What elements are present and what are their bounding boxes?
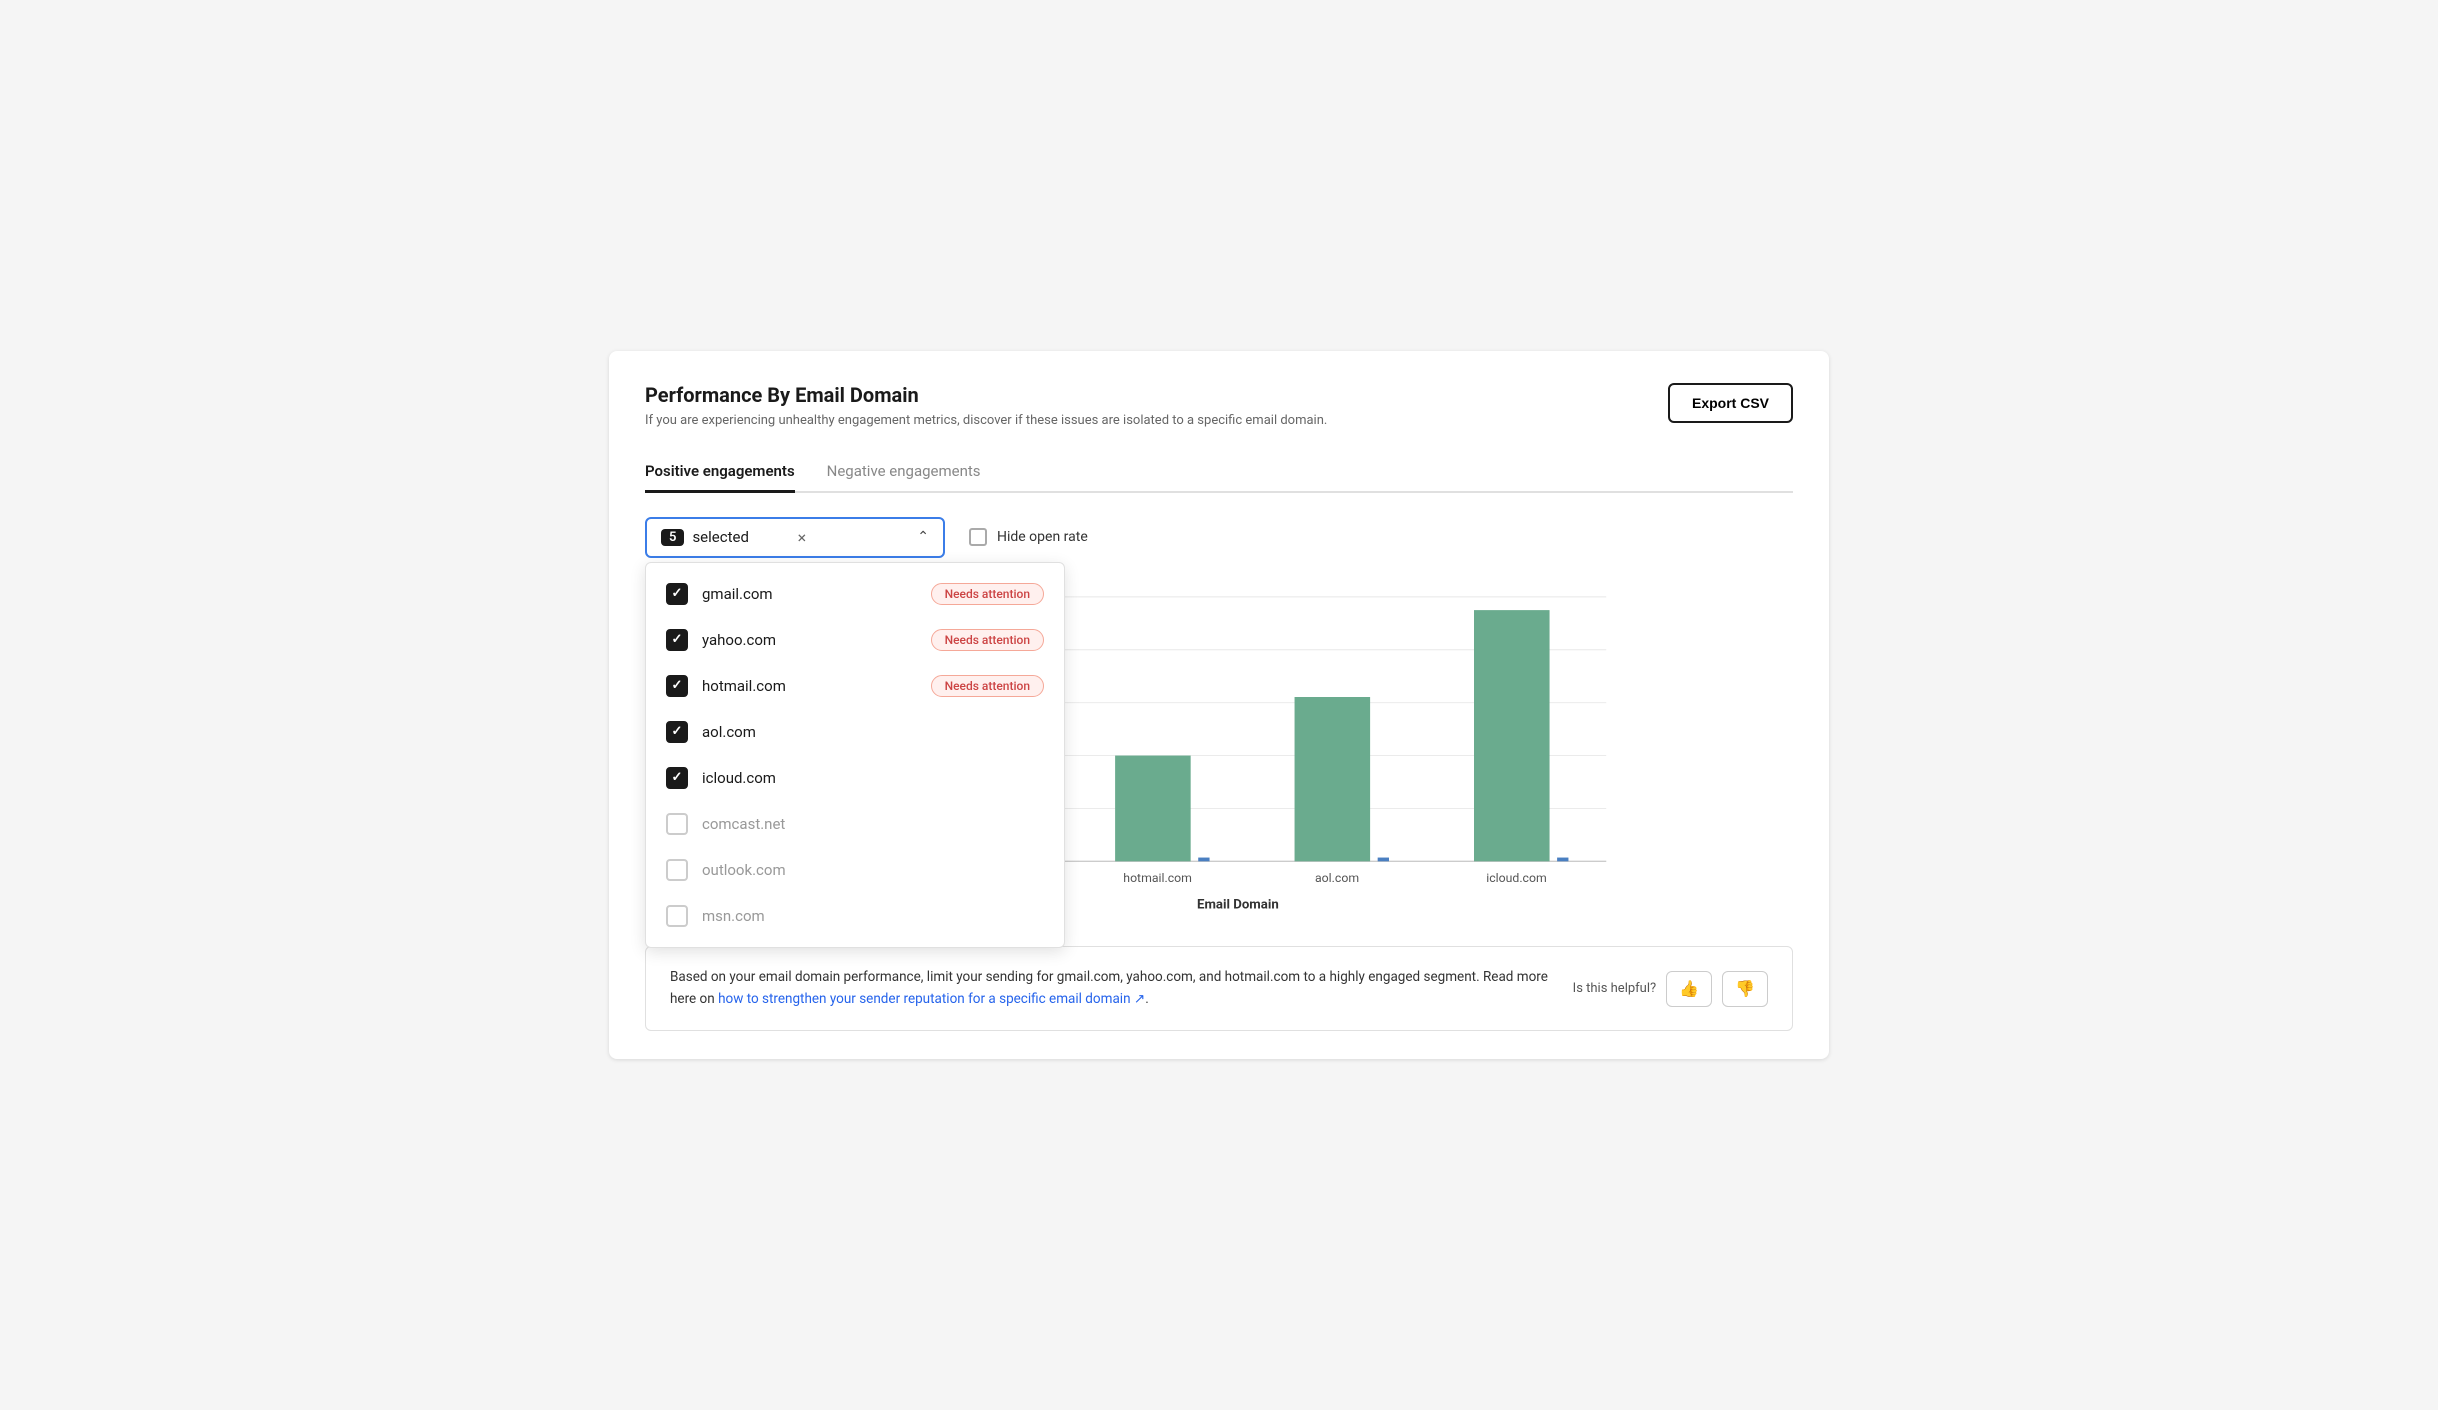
domain-label-outlook: outlook.com <box>702 861 1044 879</box>
list-item[interactable]: gmail.com Needs attention <box>646 571 1064 617</box>
select-count: 5 <box>661 529 684 546</box>
bar-hotmail-blue <box>1198 857 1209 861</box>
export-csv-button[interactable]: Export CSV <box>1668 383 1793 423</box>
info-text: Based on your email domain performance, … <box>670 967 1553 1010</box>
domain-label-aol: aol.com <box>702 723 1044 741</box>
select-label: selected <box>692 528 787 546</box>
helpful-section: Is this helpful? 👍 👎 <box>1573 971 1768 1007</box>
controls-row: 5 selected × ⌃ gmail.com Needs attention… <box>645 517 1793 558</box>
domain-select-container: 5 selected × ⌃ gmail.com Needs attention… <box>645 517 945 558</box>
list-item[interactable]: aol.com <box>646 709 1064 755</box>
list-item[interactable]: comcast.net <box>646 801 1064 847</box>
hide-open-rate-checkbox[interactable]: Hide open rate <box>969 528 1088 546</box>
tabs-bar: Positive engagements Negative engagement… <box>645 452 1793 493</box>
info-box: Based on your email domain performance, … <box>645 946 1793 1031</box>
label-hotmail: hotmail.com <box>1123 871 1192 885</box>
select-clear-icon[interactable]: × <box>798 528 807 547</box>
needs-attention-badge-hotmail: Needs attention <box>931 675 1044 697</box>
main-card: Performance By Email Domain If you are e… <box>609 351 1829 1059</box>
list-item[interactable]: hotmail.com Needs attention <box>646 663 1064 709</box>
checkbox-icloud[interactable] <box>666 767 688 789</box>
checkbox-comcast[interactable] <box>666 813 688 835</box>
needs-attention-badge-gmail: Needs attention <box>931 583 1044 605</box>
page-title: Performance By Email Domain <box>645 383 1327 407</box>
bar-hotmail <box>1115 755 1191 861</box>
bar-icloud-blue <box>1557 857 1568 861</box>
checkbox-hotmail[interactable] <box>666 675 688 697</box>
needs-attention-badge-yahoo: Needs attention <box>931 629 1044 651</box>
x-axis-label: Email Domain <box>1197 897 1279 912</box>
checkbox-outlook[interactable] <box>666 859 688 881</box>
domain-dropdown: gmail.com Needs attention yahoo.com Need… <box>645 562 1065 948</box>
helpful-label: Is this helpful? <box>1573 981 1656 996</box>
domain-label-icloud: icloud.com <box>702 769 1044 787</box>
list-item[interactable]: yahoo.com Needs attention <box>646 617 1064 663</box>
bar-aol-blue <box>1378 857 1389 861</box>
checkbox-aol[interactable] <box>666 721 688 743</box>
domain-label-msn: msn.com <box>702 907 1044 925</box>
domain-select[interactable]: 5 selected × ⌃ <box>645 517 945 558</box>
tab-positive-engagements[interactable]: Positive engagements <box>645 452 795 493</box>
list-item[interactable]: outlook.com <box>646 847 1064 893</box>
bar-aol <box>1295 697 1371 861</box>
checkbox-yahoo[interactable] <box>666 629 688 651</box>
domain-label-hotmail: hotmail.com <box>702 677 917 695</box>
card-header: Performance By Email Domain If you are e… <box>645 383 1793 428</box>
bar-icloud <box>1474 610 1550 861</box>
list-item[interactable]: msn.com <box>646 893 1064 939</box>
tab-negative-engagements[interactable]: Negative engagements <box>827 452 981 493</box>
page-subtitle: If you are experiencing unhealthy engage… <box>645 413 1327 428</box>
label-icloud: icloud.com <box>1486 871 1546 885</box>
list-item[interactable]: icloud.com <box>646 755 1064 801</box>
domain-label-yahoo: yahoo.com <box>702 631 917 649</box>
thumbs-up-button[interactable]: 👍 <box>1666 971 1712 1007</box>
card-header-left: Performance By Email Domain If you are e… <box>645 383 1327 428</box>
info-link[interactable]: how to strengthen your sender reputation… <box>718 991 1145 1007</box>
checkbox-gmail[interactable] <box>666 583 688 605</box>
domain-label-gmail: gmail.com <box>702 585 917 603</box>
chevron-up-icon: ⌃ <box>917 529 929 545</box>
hide-open-rate-checkbox-square <box>969 528 987 546</box>
hide-open-rate-label: Hide open rate <box>997 529 1088 545</box>
domain-label-comcast: comcast.net <box>702 815 1044 833</box>
label-aol: aol.com <box>1315 871 1359 885</box>
thumbs-down-button[interactable]: 👎 <box>1722 971 1768 1007</box>
checkbox-msn[interactable] <box>666 905 688 927</box>
